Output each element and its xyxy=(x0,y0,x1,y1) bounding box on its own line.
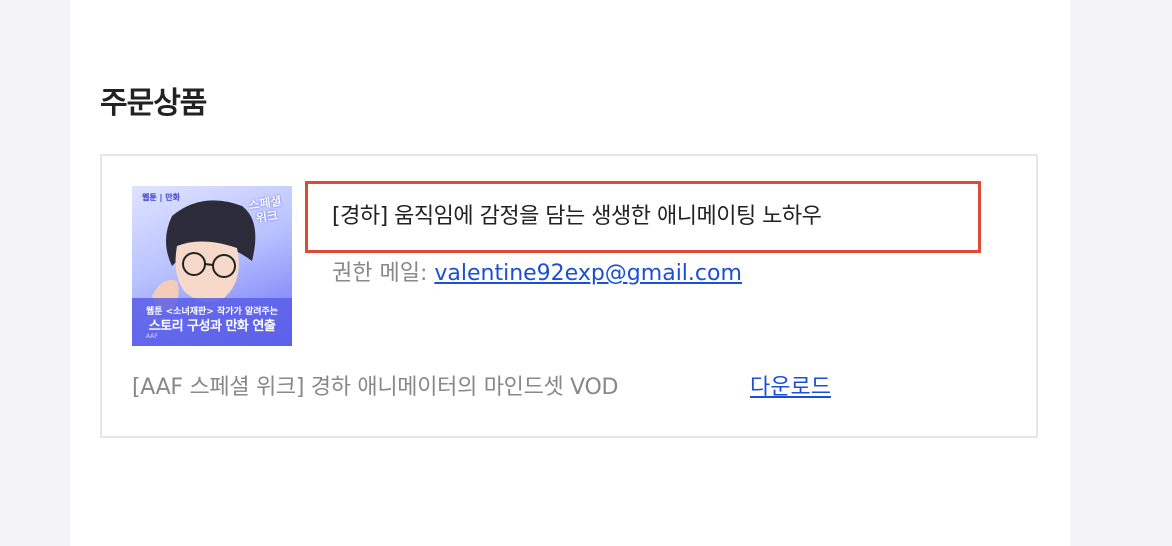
download-link[interactable]: 다운로드 xyxy=(750,369,831,401)
thumbnail-footer: AAF xyxy=(146,333,158,340)
product-title[interactable]: [경하] 움직임에 감정을 담는 생생한 애니메이팅 노하우 xyxy=(332,198,822,230)
email-row: 권한 메일: valentine92exp@gmail.com xyxy=(332,255,742,287)
thumbnail-logo: 스페셜 위크 xyxy=(247,193,283,226)
email-label: 권한 메일: xyxy=(332,261,428,286)
thumbnail-title: 스토리 구성과 만화 연출 xyxy=(148,319,276,334)
thumbnail-badge: 웹툰 | 만화 xyxy=(142,193,180,202)
section-title: 주문상품 xyxy=(100,86,207,121)
product-thumbnail[interactable]: 웹툰 | 만화 스페셜 위크 웹툰 <소녀재판> 작가가 알려주는 스토리 구성… xyxy=(132,186,292,346)
email-link[interactable]: valentine92exp@gmail.com xyxy=(434,261,742,286)
vod-label: [AAF 스페셜 위크] 경하 애니메이터의 마인드셋 VOD xyxy=(132,375,619,400)
